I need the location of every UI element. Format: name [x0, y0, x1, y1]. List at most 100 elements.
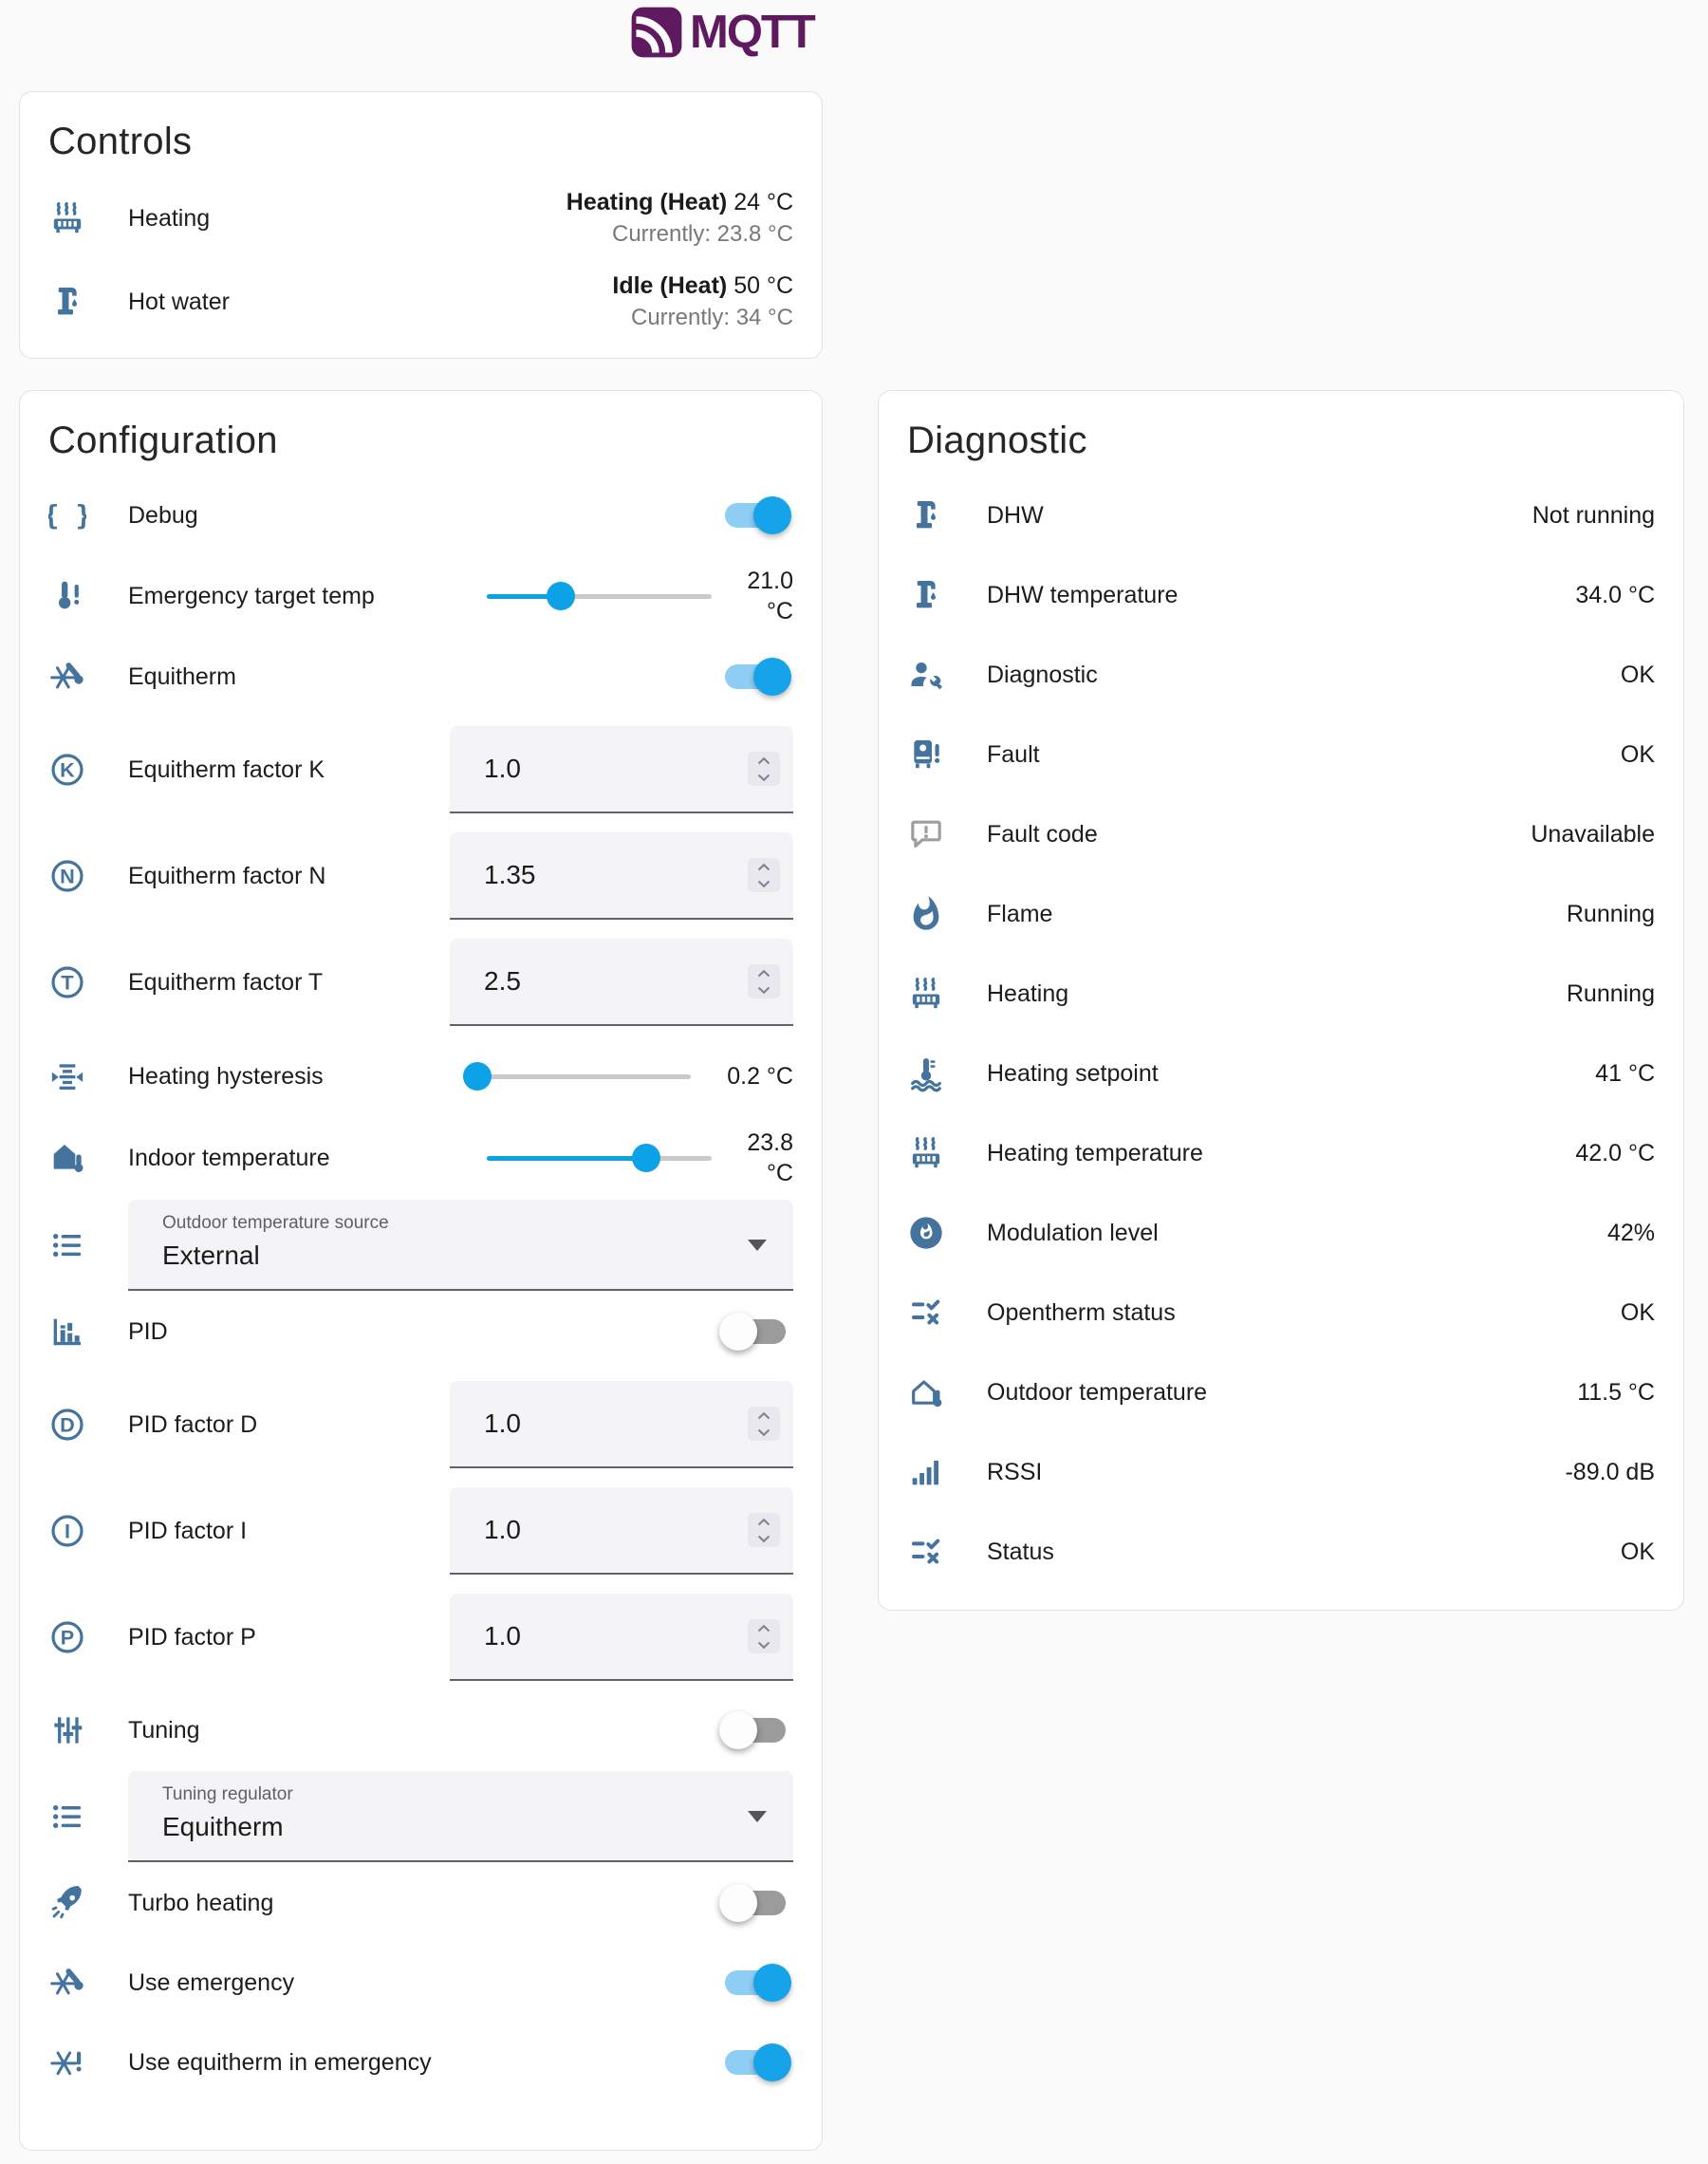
slider-track[interactable] [466, 1074, 691, 1079]
snowflake-alert-icon [48, 2043, 86, 2081]
toggle-knob[interactable] [753, 1964, 791, 2002]
slider-fill [487, 1156, 646, 1161]
toggle-switch[interactable] [725, 1891, 786, 1915]
diagnostic-row[interactable]: Status OK [879, 1512, 1683, 1592]
toggle-knob[interactable] [753, 2043, 791, 2081]
sensor-value: Not running [1532, 502, 1655, 530]
number-row: D PID factor D 1.0 [20, 1371, 822, 1478]
number-stepper[interactable] [748, 1619, 780, 1653]
diagnostic-row[interactable]: Opentherm status OK [879, 1273, 1683, 1352]
toggle-knob[interactable] [753, 658, 791, 696]
toggle-switch[interactable] [725, 2050, 786, 2075]
select-input[interactable]: Outdoor temperature source External [128, 1200, 793, 1291]
number-row: I PID factor I 1.0 [20, 1478, 822, 1584]
number-input[interactable]: 1.35 [450, 832, 793, 920]
stepper-up-button[interactable] [748, 964, 780, 981]
toggle-row: Tuning [20, 1690, 822, 1770]
row-label: Use emergency [128, 1968, 725, 1997]
climate-state[interactable]: Idle (Heat) 50 °C Currently: 34 °C [612, 270, 793, 333]
slider-knob[interactable] [547, 582, 575, 610]
diagnostic-row[interactable]: Fault OK [879, 715, 1683, 794]
slider[interactable] [487, 577, 712, 615]
slider-value: 0.2 °C [712, 1061, 793, 1091]
slider[interactable] [466, 1057, 691, 1095]
stepper-up-button[interactable] [748, 1619, 780, 1636]
sensor-value: 42.0 °C [1575, 1140, 1655, 1167]
alpha-p-circle-icon: P [48, 1618, 86, 1656]
number-stepper[interactable] [748, 1407, 780, 1441]
diagnostic-row[interactable]: Heating Running [879, 954, 1683, 1034]
toggle-switch[interactable] [725, 1970, 786, 1995]
toggle-knob[interactable] [719, 1884, 757, 1922]
row-label: Equitherm [128, 662, 725, 691]
chevron-down-icon [756, 879, 771, 889]
number-input[interactable]: 1.0 [450, 1487, 793, 1575]
sensor-value: OK [1621, 741, 1655, 769]
number-value[interactable]: 1.0 [484, 1515, 748, 1545]
number-stepper[interactable] [748, 752, 780, 786]
stepper-down-button[interactable] [748, 1636, 780, 1653]
stepper-up-button[interactable] [748, 752, 780, 769]
diagnostic-row[interactable]: Outdoor temperature 11.5 °C [879, 1352, 1683, 1432]
toggle-switch[interactable] [725, 1319, 786, 1344]
row-label: DHW [987, 501, 1532, 530]
number-input[interactable]: 2.5 [450, 939, 793, 1026]
account-wrench-icon [907, 656, 945, 694]
row-label: PID factor D [128, 1410, 450, 1439]
diagnostic-row[interactable]: RSSI -89.0 dB [879, 1432, 1683, 1512]
state-text: Idle (Heat) [612, 272, 727, 299]
diagnostic-row[interactable]: Diagnostic OK [879, 635, 1683, 715]
climate-state[interactable]: Heating (Heat) 24 °C Currently: 23.8 °C [566, 187, 793, 250]
water-pump-icon [48, 283, 86, 321]
code-braces-icon: { } [48, 496, 86, 534]
diagnostic-row[interactable]: Heating temperature 42.0 °C [879, 1113, 1683, 1193]
select-label: Tuning regulator [162, 1783, 727, 1806]
toggle-knob[interactable] [719, 1313, 757, 1351]
toggle-switch[interactable] [725, 664, 786, 689]
stepper-up-button[interactable] [748, 858, 780, 875]
sensor-value: OK [1621, 1299, 1655, 1327]
stepper-down-button[interactable] [748, 875, 780, 892]
diagnostic-row[interactable]: Fault code Unavailable [879, 794, 1683, 874]
slider-knob[interactable] [463, 1062, 492, 1091]
slider-knob[interactable] [632, 1144, 660, 1172]
svg-text:{ }: { } [48, 499, 86, 531]
stepper-down-button[interactable] [748, 1424, 780, 1441]
tune-vertical-icon [48, 1711, 86, 1749]
number-value[interactable]: 1.0 [484, 1408, 748, 1439]
number-value[interactable]: 1.0 [484, 1621, 748, 1651]
toggle-knob[interactable] [753, 496, 791, 534]
diagnostic-row[interactable]: Modulation level 42% [879, 1193, 1683, 1273]
chevron-down-icon [756, 1640, 771, 1651]
toggle-row: Use equitherm in emergency [20, 2023, 822, 2102]
snowflake-thermometer-icon [48, 1964, 86, 2002]
number-input[interactable]: 1.0 [450, 1594, 793, 1681]
number-value[interactable]: 1.35 [484, 860, 748, 890]
configuration-rows: { } Debug Emergency target temp 21.0 °C … [20, 476, 822, 2102]
slider[interactable] [487, 1139, 712, 1177]
toggle-switch[interactable] [725, 1718, 786, 1743]
diagnostic-row[interactable]: DHW temperature 34.0 °C [879, 555, 1683, 635]
stepper-up-button[interactable] [748, 1407, 780, 1424]
svg-text:P: P [61, 1626, 74, 1650]
diagnostic-row[interactable]: Heating setpoint 41 °C [879, 1034, 1683, 1113]
select-input[interactable]: Tuning regulator Equitherm [128, 1771, 793, 1862]
stepper-down-button[interactable] [748, 769, 780, 786]
number-input[interactable]: 1.0 [450, 726, 793, 813]
mqtt-logo-icon [630, 6, 683, 59]
diagnostic-row[interactable]: DHW Not running [879, 476, 1683, 555]
stepper-down-button[interactable] [748, 1530, 780, 1547]
stepper-up-button[interactable] [748, 1513, 780, 1530]
diagnostic-row[interactable]: Flame Running [879, 874, 1683, 954]
number-stepper[interactable] [748, 1513, 780, 1547]
thermometer-water-icon [907, 1054, 945, 1092]
sensor-value: Running [1567, 980, 1655, 1008]
number-stepper[interactable] [748, 964, 780, 998]
number-input[interactable]: 1.0 [450, 1381, 793, 1468]
toggle-switch[interactable] [725, 503, 786, 528]
number-value[interactable]: 1.0 [484, 754, 748, 784]
toggle-knob[interactable] [719, 1711, 757, 1749]
stepper-down-button[interactable] [748, 981, 780, 998]
number-stepper[interactable] [748, 858, 780, 892]
number-value[interactable]: 2.5 [484, 966, 748, 997]
